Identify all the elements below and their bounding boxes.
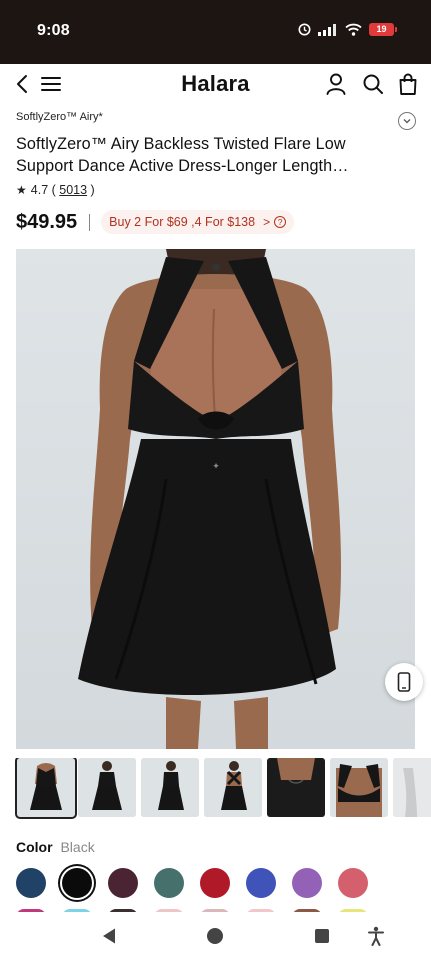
chevron-down-icon: [403, 119, 411, 124]
color-swatch-8[interactable]: [338, 868, 368, 898]
rating-paren-close: ): [87, 183, 95, 197]
thumbnail-1[interactable]: [15, 758, 77, 819]
square-recents-icon: [315, 929, 329, 943]
color-swatch-2[interactable]: [62, 868, 92, 898]
triangle-back-icon: [103, 928, 115, 944]
color-label: Color: [16, 839, 53, 855]
accessibility-button[interactable]: [366, 926, 386, 946]
phone-icon: [397, 672, 411, 692]
product-title: SoftlyZero™ Airy Backless Twisted Flare …: [16, 135, 349, 175]
status-time: 9:08: [37, 22, 70, 39]
rating-paren-open: (: [48, 183, 60, 197]
chevron-right-icon: >: [263, 215, 271, 229]
rating-value: 4.7: [30, 183, 49, 197]
color-swatch-4[interactable]: [154, 868, 184, 898]
search-button[interactable]: [359, 70, 387, 98]
product-photo: ✦: [16, 249, 415, 749]
selected-color-name: Black: [60, 839, 95, 855]
floating-phone-button[interactable]: [385, 663, 423, 701]
price-row: $49.95 Buy 2 For $69 ,4 For $138 > ?: [16, 208, 295, 236]
wifi-icon: [345, 23, 362, 36]
product-rating[interactable]: ★ 4.7 ( 5013 ): [16, 183, 95, 197]
promo-text: Buy 2 For $69 ,4 For $138: [109, 215, 256, 229]
collapse-button[interactable]: [398, 112, 416, 130]
thumbnail-5[interactable]: [267, 758, 325, 817]
system-back-button[interactable]: [99, 926, 119, 946]
thumbnail-3[interactable]: [141, 758, 199, 817]
account-button[interactable]: [322, 70, 350, 98]
accessibility-icon: [368, 926, 384, 946]
system-navigation-bar: [0, 912, 431, 960]
product-price: $49.95: [16, 210, 78, 233]
circle-home-icon: [207, 928, 223, 944]
thumbnail-2[interactable]: [78, 758, 136, 817]
alarm-icon: [298, 23, 311, 36]
signal-icon: [318, 23, 336, 36]
product-main-image[interactable]: ✦: [16, 249, 415, 749]
question-icon[interactable]: ?: [274, 216, 287, 228]
thumbnail-6[interactable]: [330, 758, 388, 817]
review-count-link[interactable]: 5013: [59, 183, 87, 197]
color-swatch-5[interactable]: [200, 868, 230, 898]
promo-badge[interactable]: Buy 2 For $69 ,4 For $138 > ?: [101, 210, 295, 234]
star-icon: ★: [16, 183, 27, 197]
status-icons: 19: [298, 23, 397, 36]
color-swatch-1[interactable]: [16, 868, 46, 898]
battery-indicator: 19: [369, 23, 397, 36]
color-swatch-7[interactable]: [292, 868, 322, 898]
search-icon: [363, 74, 383, 94]
thumbnail-7[interactable]: [393, 758, 431, 817]
battery-level: 19: [369, 23, 394, 36]
user-icon: [326, 73, 346, 95]
svg-text:✦: ✦: [212, 462, 220, 472]
system-home-button[interactable]: [205, 926, 225, 946]
system-recents-button[interactable]: [312, 926, 332, 946]
price-divider: [89, 213, 91, 231]
thumbnail-gallery: [15, 758, 431, 819]
status-bar: 9:08 19: [0, 0, 431, 64]
color-swatch-6[interactable]: [246, 868, 276, 898]
color-selector-label: Color Black: [16, 839, 95, 855]
battery-tip: [395, 27, 397, 32]
bag-button[interactable]: [394, 70, 422, 98]
top-navigation: Halara: [0, 64, 431, 106]
thumbnail-4[interactable]: [204, 758, 262, 817]
product-brand-line[interactable]: SoftlyZero™ Airy*: [16, 111, 103, 123]
color-swatch-3[interactable]: [108, 868, 138, 898]
color-swatches: [16, 868, 431, 900]
shopping-bag-icon: [399, 73, 417, 95]
